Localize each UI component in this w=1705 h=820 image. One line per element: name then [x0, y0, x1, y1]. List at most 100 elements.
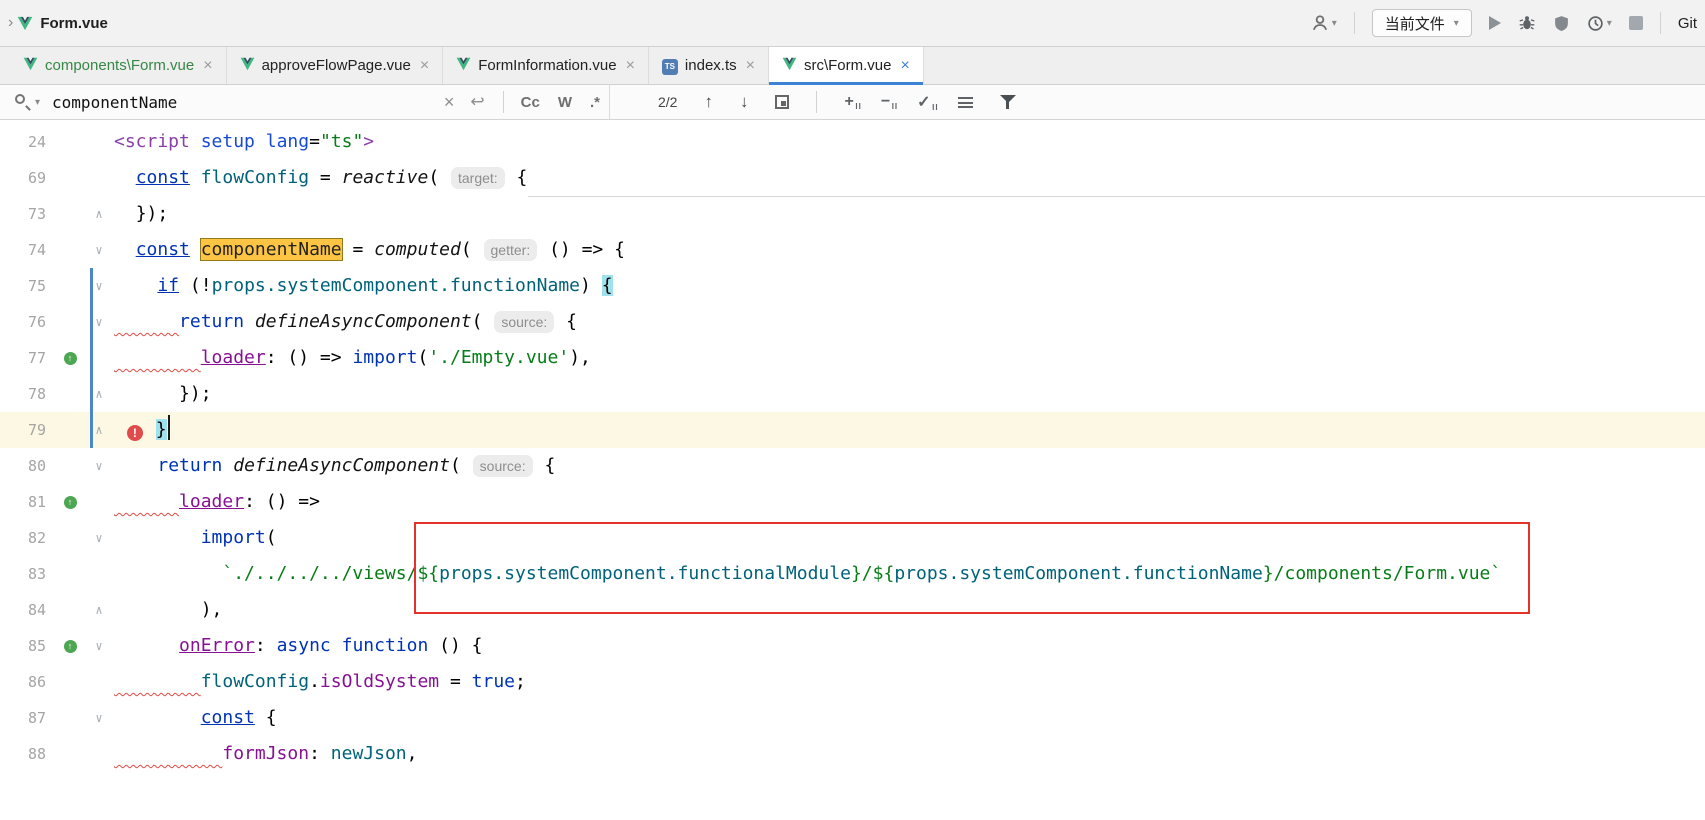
tab-close-icon[interactable]: × [420, 57, 429, 75]
code-line-86[interactable]: 86 flowConfig.isOldSystem = true; [0, 664, 1705, 700]
search-history-caret-icon[interactable]: ▾ [35, 97, 40, 108]
code-text: if (!props.systemComponent.functionName)… [114, 268, 1705, 304]
code-line-80[interactable]: 80∨ return defineAsyncComponent( source:… [0, 448, 1705, 484]
code-line-83[interactable]: 83 `./../../../views/${props.systemCompo… [0, 556, 1705, 592]
code-line-84[interactable]: 84∧ ), [0, 592, 1705, 628]
fold-marker[interactable]: ∨ [91, 304, 107, 340]
previous-match-icon[interactable]: ↑ [704, 92, 713, 112]
code-editor[interactable]: 24<script setup lang="ts">69 const flowC… [0, 120, 1705, 820]
fold-marker[interactable]: ∨ [91, 268, 107, 304]
gutter: 69 [0, 160, 114, 196]
line-number: 87 [0, 700, 46, 736]
code-token: function [342, 635, 429, 656]
fold-marker[interactable]: ∨ [91, 520, 107, 556]
gutter: 24 [0, 124, 114, 160]
code-token: reactive [342, 167, 429, 188]
newline-icon[interactable]: ↩ [470, 92, 484, 112]
code-token [114, 347, 201, 368]
code-token: / [862, 563, 873, 584]
gutter: 73∧ [0, 196, 114, 232]
line-number: 88 [0, 736, 46, 772]
line-number: 83 [0, 556, 46, 592]
code-token [472, 239, 483, 260]
code-token: ), [569, 347, 591, 368]
code-line-85[interactable]: 85↑∨ onError: async function () { [0, 628, 1705, 664]
tab-close-icon[interactable]: × [900, 57, 909, 75]
tab-src-form-vue[interactable]: src\Form.vue× [769, 47, 924, 84]
code-token: formJson [222, 743, 309, 764]
fold-marker[interactable]: ∧ [91, 592, 107, 628]
search-filter-icon[interactable] [1000, 95, 1016, 110]
code-token: . [309, 671, 320, 692]
run-config-selector[interactable]: 当前文件 ▾ [1372, 9, 1472, 37]
code-token: : [309, 743, 331, 764]
run-icon[interactable] [1489, 16, 1501, 30]
regex-toggle[interactable]: .* [590, 94, 600, 111]
fold-marker[interactable]: ∧ [91, 412, 107, 448]
vue-logo-icon [17, 16, 33, 31]
tab-close-icon[interactable]: × [203, 57, 212, 75]
code-line-74[interactable]: 74∨ const componentName = computed( gett… [0, 232, 1705, 268]
vcs-change-bar [90, 340, 93, 376]
code-token: ) [580, 275, 602, 296]
code-line-24[interactable]: 24<script setup lang="ts"> [0, 124, 1705, 160]
code-token [114, 419, 125, 440]
next-match-icon[interactable]: ↓ [740, 92, 749, 112]
code-token: = [309, 131, 320, 152]
select-all-occurrences-icon[interactable]: ✓II [917, 92, 930, 112]
fold-marker[interactable]: ∨ [91, 628, 107, 664]
search-icon[interactable] [14, 93, 32, 111]
code-line-79[interactable]: 79∧ ! } [0, 412, 1705, 448]
code-token: ( [450, 455, 461, 476]
tab-close-icon[interactable]: × [626, 57, 635, 75]
code-text: ), [114, 592, 1705, 628]
search-field[interactable]: ▾ componentName × ↩ Cc W .* [0, 85, 610, 119]
add-occurrence-icon[interactable]: +II [844, 93, 853, 111]
git-menu[interactable]: Git [1678, 15, 1697, 32]
tab-approveflowpage-vue[interactable]: approveFlowPage.vue× [227, 47, 444, 84]
fold-marker[interactable]: ∨ [91, 232, 107, 268]
match-case-toggle[interactable]: Cc [521, 94, 540, 111]
tab-index-ts[interactable]: TSindex.ts× [649, 47, 769, 84]
vcs-change-bar [90, 268, 93, 304]
gutter-green-icon[interactable]: ↑ [64, 352, 77, 365]
code-line-73[interactable]: 73∧ }); [0, 196, 1705, 232]
code-token: const [136, 167, 190, 188]
code-line-76[interactable]: 76∨ return defineAsyncComponent( source:… [0, 304, 1705, 340]
code-line-77[interactable]: 77↑ loader: () => import('./Empty.vue'), [0, 340, 1705, 376]
stop-icon[interactable] [1629, 16, 1643, 30]
fold-marker[interactable]: ∧ [91, 376, 107, 412]
whole-words-toggle[interactable]: W [558, 94, 572, 111]
vcs-change-bar [90, 304, 93, 340]
remove-occurrence-icon[interactable]: −II [881, 93, 890, 111]
code-line-78[interactable]: 78∧ }); [0, 376, 1705, 412]
tab-forminformation-vue[interactable]: FormInformation.vue× [443, 47, 649, 84]
open-in-find-window-icon[interactable] [775, 95, 789, 109]
gutter: 79∧ [0, 412, 114, 448]
code-line-81[interactable]: 81↑ loader: () => [0, 484, 1705, 520]
code-text: formJson: newJson, [114, 736, 1705, 772]
filter-results-icon[interactable] [958, 97, 973, 108]
code-line-69[interactable]: 69 const flowConfig = reactive( target: … [0, 160, 1705, 196]
code-line-88[interactable]: 88 formJson: newJson, [0, 736, 1705, 772]
user-account-icon[interactable]: ▾ [1311, 14, 1337, 32]
tab-components-form-vue[interactable]: components\Form.vue× [10, 47, 227, 84]
debug-icon[interactable] [1518, 14, 1536, 32]
code-token: return [179, 311, 244, 332]
code-line-82[interactable]: 82∨ import( [0, 520, 1705, 556]
fold-marker[interactable]: ∨ [91, 448, 107, 484]
fold-marker[interactable]: ∨ [91, 700, 107, 736]
coverage-icon[interactable] [1553, 15, 1570, 32]
profiler-icon[interactable]: ▾ [1587, 15, 1612, 32]
code-token [114, 203, 136, 224]
tab-close-icon[interactable]: × [746, 57, 755, 75]
code-line-75[interactable]: 75∨ if (!props.systemComponent.functionN… [0, 268, 1705, 304]
gutter: 74∨ [0, 232, 114, 268]
gutter-green-icon[interactable]: ↑ [64, 496, 77, 509]
fold-marker[interactable]: ∧ [91, 196, 107, 232]
clear-search-icon[interactable]: × [438, 92, 461, 113]
code-token [538, 239, 549, 260]
code-line-87[interactable]: 87∨ const { [0, 700, 1705, 736]
gutter-green-icon[interactable]: ↑ [64, 640, 77, 653]
search-input[interactable]: componentName [52, 93, 177, 112]
